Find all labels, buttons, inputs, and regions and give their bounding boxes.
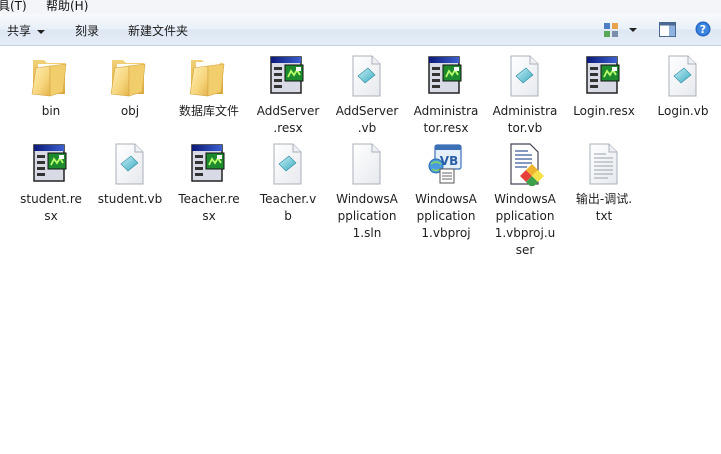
chevron-down-icon bbox=[37, 29, 46, 34]
blank-file-icon bbox=[352, 143, 381, 185]
file-label: Teacher.v b bbox=[259, 192, 317, 223]
file-label: AddServer .vb bbox=[335, 104, 399, 135]
view-options-button[interactable] bbox=[604, 22, 640, 41]
file-label: 数据库文件 bbox=[178, 104, 239, 118]
burn-button[interactable]: 刻录 bbox=[75, 22, 99, 39]
folder-icon bbox=[31, 60, 67, 97]
file-label: WindowsA pplication 1.sln bbox=[336, 192, 398, 240]
resx-file-icon bbox=[191, 144, 225, 182]
file-label: WindowsA pplication 1.vbproj bbox=[415, 192, 477, 240]
vb-file-icon bbox=[510, 55, 539, 97]
vb-file-icon bbox=[352, 55, 381, 97]
file-label: AddServer .resx bbox=[256, 104, 320, 135]
share-button[interactable]: 共享 bbox=[7, 22, 46, 39]
file-label: WindowsA pplication 1.vbproj.u ser bbox=[494, 192, 556, 257]
file-label: Administra tor.vb bbox=[492, 104, 558, 135]
vb-file-icon bbox=[115, 143, 144, 185]
file-list-area: bin obj 数据库文件 AddServer .resx AddServer … bbox=[0, 46, 721, 454]
text-file-icon bbox=[589, 143, 618, 185]
vbproj-user-file-icon bbox=[510, 143, 544, 186]
preview-pane-button[interactable] bbox=[659, 22, 676, 40]
command-bar: 共享 刻录 新建文件夹 ? bbox=[0, 14, 721, 46]
file-label: bin bbox=[41, 104, 61, 118]
new-folder-button-label: 新建文件夹 bbox=[128, 24, 189, 38]
file-label: Administra tor.resx bbox=[413, 104, 479, 135]
svg-text:?: ? bbox=[700, 23, 706, 36]
help-button[interactable]: ? bbox=[695, 21, 711, 40]
menu-tools[interactable]: 具(T) bbox=[0, 0, 27, 14]
menu-help[interactable]: 帮助(H) bbox=[46, 0, 88, 14]
help-icon: ? bbox=[695, 21, 711, 37]
file-label: Teacher.re sx bbox=[178, 192, 240, 223]
file-label: 输出-调试. txt bbox=[575, 192, 633, 223]
file-label: obj bbox=[120, 104, 140, 118]
share-button-label: 共享 bbox=[7, 24, 32, 38]
preview-pane-icon bbox=[659, 22, 676, 37]
file-label: student.vb bbox=[97, 192, 163, 206]
folder-icon bbox=[189, 60, 225, 97]
resx-file-icon bbox=[586, 56, 620, 94]
resx-file-icon bbox=[270, 56, 304, 94]
vbproj-file-icon: VB bbox=[428, 144, 462, 184]
resx-file-icon bbox=[428, 56, 462, 94]
view-icon bbox=[604, 23, 637, 37]
file-label: student.re sx bbox=[20, 192, 82, 223]
file-label: Login.vb bbox=[657, 104, 709, 118]
vb-file-icon bbox=[273, 143, 302, 185]
new-folder-button[interactable]: 新建文件夹 bbox=[128, 22, 188, 39]
burn-button-label: 刻录 bbox=[75, 24, 100, 38]
file-label: Login.resx bbox=[573, 104, 635, 118]
resx-file-icon bbox=[33, 144, 67, 182]
vb-file-icon bbox=[668, 55, 697, 97]
folder-icon bbox=[110, 60, 146, 97]
menu-bar: 具(T) 帮助(H) bbox=[0, 0, 721, 14]
